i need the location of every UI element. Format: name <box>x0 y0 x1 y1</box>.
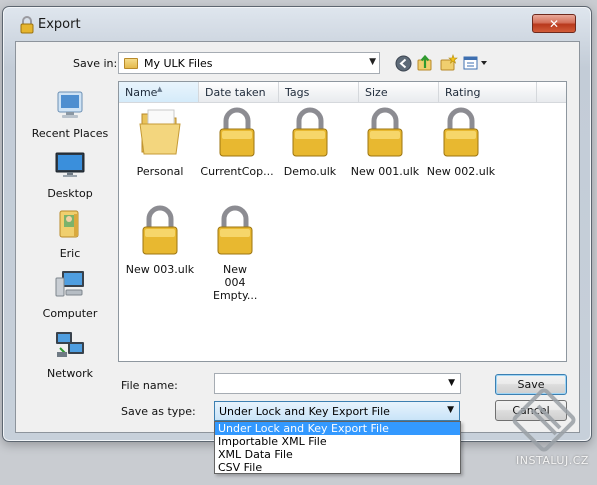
file-item[interactable]: New 004 Empty... <box>195 204 275 302</box>
padlock-icon <box>217 205 253 255</box>
up-folder-icon[interactable] <box>416 54 434 72</box>
save-as-type-label: Save as type: <box>121 405 196 418</box>
save-in-label: Save in: <box>73 57 118 70</box>
file-name-field[interactable]: ▼ <box>214 373 461 394</box>
chevron-down-icon[interactable]: ▼ <box>448 378 455 388</box>
type-option[interactable]: Under Lock and Key Export File <box>215 422 460 435</box>
padlock-icon <box>20 16 34 34</box>
new-folder-icon[interactable] <box>440 54 458 72</box>
padlock-icon <box>367 107 403 157</box>
places-bar: Recent Places Desktop Eric Computer Netw… <box>24 80 116 380</box>
save-in-combo[interactable]: My ULK Files ▼ <box>118 52 380 74</box>
place-computer[interactable]: Computer <box>24 268 116 320</box>
close-button[interactable]: ✕ <box>532 14 576 33</box>
chevron-down-icon: ▼ <box>369 57 376 67</box>
padlock-icon <box>292 107 328 157</box>
place-desktop[interactable]: Desktop <box>24 148 116 200</box>
file-item[interactable]: New 003.ulk <box>120 204 200 276</box>
file-item[interactable]: New 001.ulk <box>345 106 425 178</box>
place-recent-places[interactable]: Recent Places <box>24 88 116 140</box>
column-header-filler <box>537 82 566 103</box>
column-header-tags[interactable]: Tags <box>279 82 359 103</box>
file-item[interactable]: Demo.ulk <box>270 106 350 178</box>
desktop-icon <box>55 152 85 177</box>
file-list: ▲ Name Date taken Tags Size Rating Perso… <box>118 81 567 362</box>
file-item[interactable]: CurrentCop... <box>197 106 277 178</box>
watermark-logo <box>512 388 576 452</box>
save-as-type-value: Under Lock and Key Export File <box>219 405 390 418</box>
chevron-down-icon[interactable]: ▼ <box>447 405 454 415</box>
place-eric[interactable]: Eric <box>24 208 116 260</box>
watermark-text: INSTALUJ.CZ <box>516 454 589 467</box>
sort-ascending-icon: ▲ <box>157 85 163 93</box>
user-folder-icon <box>59 210 79 238</box>
padlock-icon <box>443 107 479 157</box>
type-option[interactable]: Importable XML File <box>215 435 460 448</box>
folder-icon <box>124 57 138 69</box>
save-in-value: My ULK Files <box>144 56 213 70</box>
type-dropdown-list: Under Lock and Key Export File Importabl… <box>214 421 461 474</box>
place-network[interactable]: Network <box>24 328 116 380</box>
dialog-title: Export <box>38 17 81 32</box>
column-header-date-taken[interactable]: Date taken <box>199 82 279 103</box>
file-name-label: File name: <box>121 379 178 392</box>
views-menu-icon[interactable] <box>463 54 491 72</box>
type-option[interactable]: CSV File <box>215 461 460 474</box>
save-as-type-combo[interactable]: Under Lock and Key Export File ▼ <box>214 401 460 421</box>
padlock-icon <box>219 107 255 157</box>
column-header-name[interactable]: ▲ Name <box>119 82 199 103</box>
file-item[interactable]: New 002.ulk <box>421 106 501 178</box>
type-option[interactable]: XML Data File <box>215 448 460 461</box>
file-item[interactable]: Personal <box>120 106 200 178</box>
column-header-size[interactable]: Size <box>359 82 439 103</box>
folder-icon <box>139 109 181 155</box>
padlock-icon <box>142 205 178 255</box>
recent-places-icon <box>57 91 83 118</box>
computer-icon <box>55 271 84 297</box>
back-icon[interactable] <box>394 54 412 72</box>
column-header-rating[interactable]: Rating <box>439 82 537 103</box>
network-icon <box>56 332 84 357</box>
